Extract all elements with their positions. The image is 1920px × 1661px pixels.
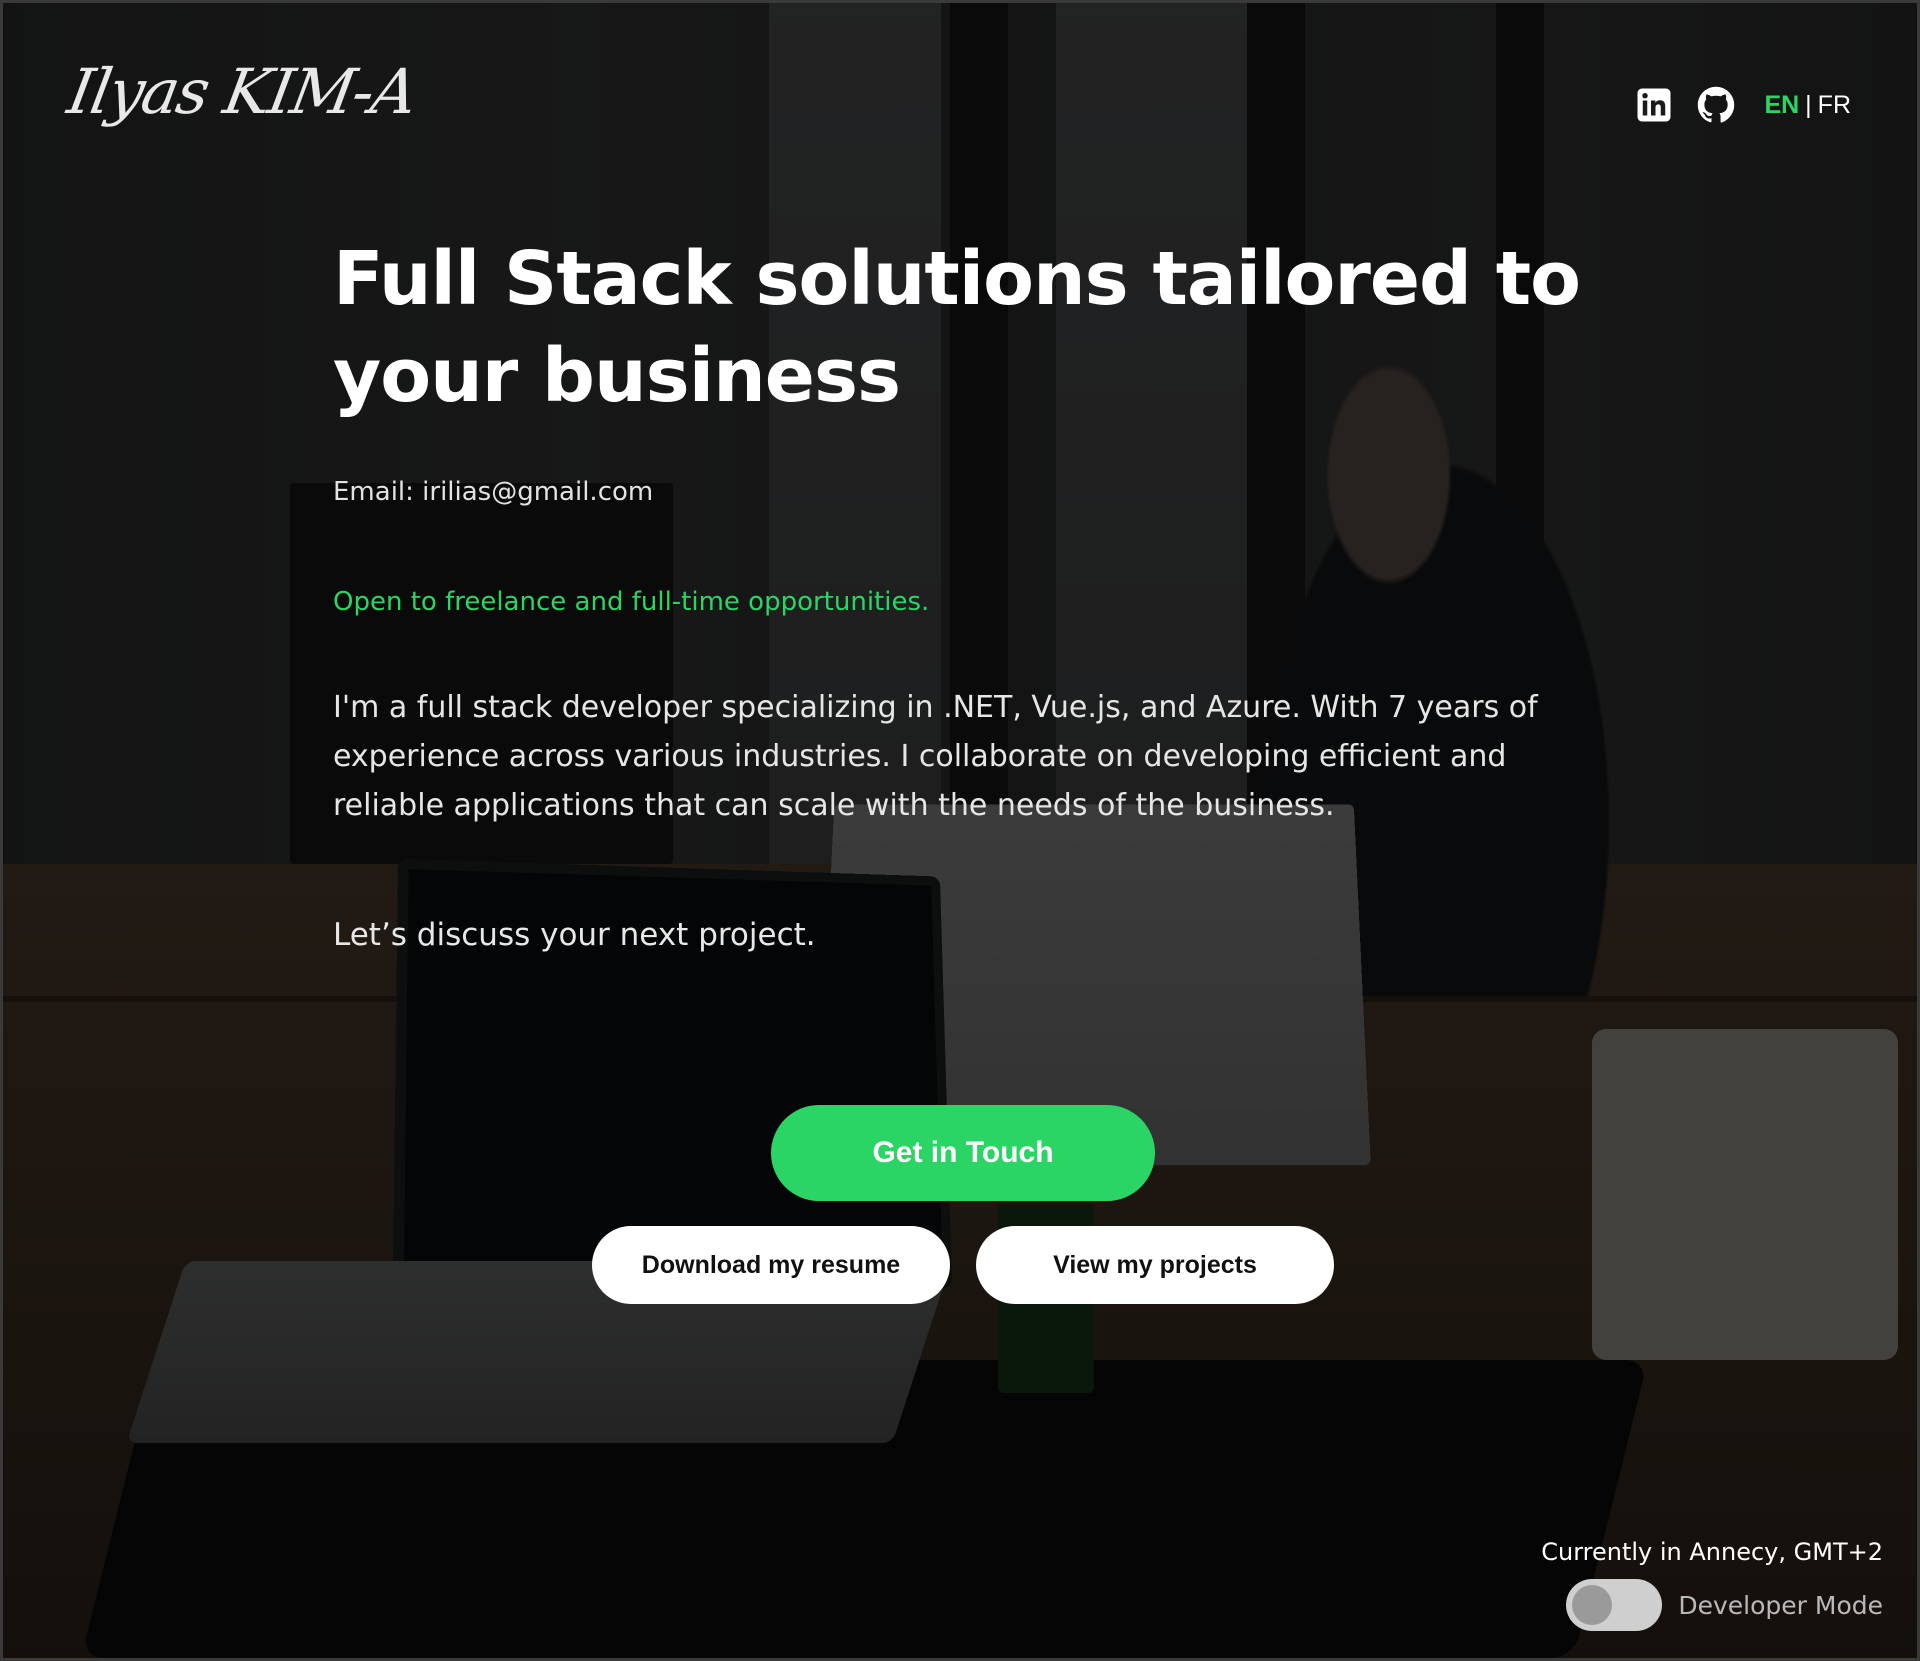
page: Ilyas KIM-A EN | FR Full Stack solutions…	[0, 0, 1920, 1661]
contact-email[interactable]: Email: irilias@gmail.com	[333, 477, 653, 507]
developer-mode-label: Developer Mode	[1678, 1590, 1883, 1620]
hero-headline: Full Stack solutions tailored to your bu…	[333, 236, 1581, 419]
lang-en[interactable]: EN	[1764, 91, 1799, 120]
get-in-touch-button[interactable]: Get in Touch	[771, 1105, 1155, 1201]
developer-mode-control: Developer Mode	[1566, 1579, 1883, 1631]
view-projects-button[interactable]: View my projects	[976, 1226, 1334, 1304]
developer-mode-toggle[interactable]	[1566, 1579, 1663, 1631]
toggle-knob	[1572, 1585, 1613, 1625]
hero-section: Full Stack solutions tailored to your bu…	[333, 231, 1633, 425]
location-status: Currently in Annecy, GMT+2	[1541, 1538, 1883, 1566]
github-icon[interactable]	[1696, 85, 1736, 125]
lang-separator: |	[1805, 90, 1812, 119]
lang-fr[interactable]: FR	[1818, 91, 1851, 120]
header-actions: EN | FR	[1634, 85, 1851, 125]
availability-text: Open to freelance and full-time opportun…	[333, 587, 930, 617]
language-switcher: EN | FR	[1764, 91, 1851, 120]
download-resume-button[interactable]: Download my resume	[592, 1226, 950, 1304]
cta-text: Let’s discuss your next project.	[333, 917, 816, 953]
signature-logo[interactable]: Ilyas KIM-A	[63, 55, 422, 128]
linkedin-icon[interactable]	[1634, 85, 1674, 125]
bio-paragraph: I'm a full stack developer specializing …	[333, 690, 1538, 823]
